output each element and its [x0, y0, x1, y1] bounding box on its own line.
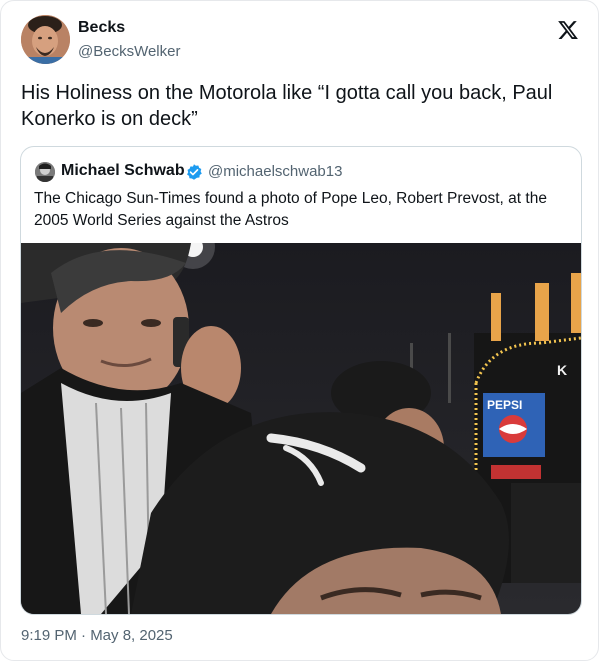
tweet-timestamp[interactable]: 9:19 PM · May 8, 2025 — [21, 627, 173, 644]
scoreboard-letter: K — [557, 362, 567, 378]
author-avatar[interactable] — [21, 15, 70, 64]
tweet-card: Becks @BecksWelker His Holiness on the M… — [0, 0, 599, 661]
quoted-author-name[interactable]: Michael Schwab — [61, 162, 185, 180]
quoted-photo[interactable]: PEPSI K — [21, 243, 581, 614]
quoted-author-handle[interactable]: @michaelschwab13 — [208, 163, 342, 180]
tweet-text: His Holiness on the Motorola like “I got… — [21, 82, 553, 130]
x-logo-icon[interactable] — [557, 19, 579, 41]
quoted-author-avatar[interactable] — [35, 162, 55, 182]
author-handle[interactable]: @BecksWelker — [78, 43, 180, 60]
pepsi-sign-text: PEPSI — [487, 398, 522, 412]
quoted-tweet[interactable]: Michael Schwab @michaelschwab13 The Chic… — [20, 146, 582, 615]
verified-badge-icon — [187, 164, 202, 180]
author-name[interactable]: Becks — [78, 19, 125, 37]
quoted-tweet-text: The Chicago Sun-Times found a photo of P… — [34, 190, 547, 229]
